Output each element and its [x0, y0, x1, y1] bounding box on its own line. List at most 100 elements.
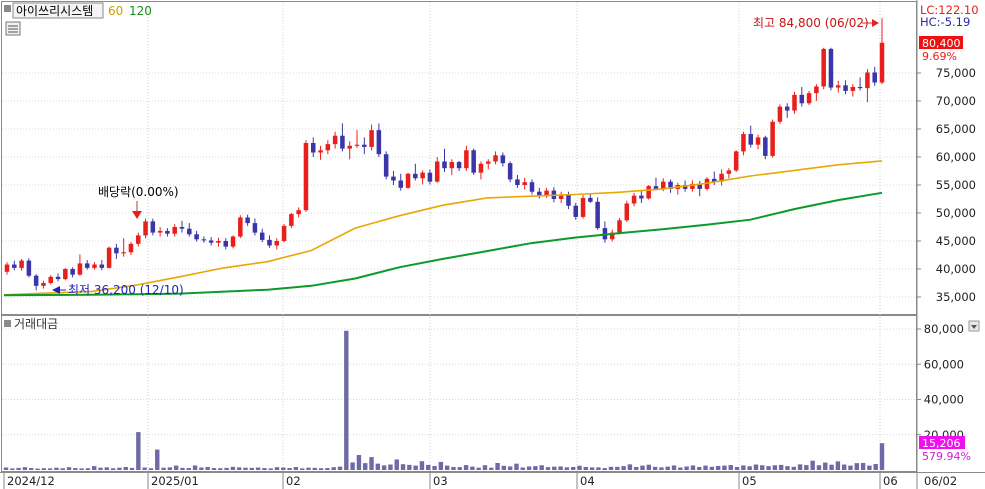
volume-bar [230, 466, 236, 470]
volume-bar [545, 467, 551, 470]
volume-bar [205, 467, 210, 470]
volume-bar [772, 465, 778, 470]
volume-bar [161, 467, 166, 470]
volume-bar [16, 467, 21, 470]
legend-ma60: 60 [108, 4, 123, 18]
volume-bar [470, 466, 475, 470]
volume-bar [463, 465, 469, 470]
volume-bar [715, 465, 721, 470]
volume-bar [615, 466, 620, 470]
volume-bar [514, 463, 519, 470]
volume-tick-label: 40,000 [924, 393, 964, 407]
candle [770, 119, 775, 158]
volume-bar [665, 466, 670, 470]
volume-bar [337, 466, 343, 470]
x-tick-label: 2025/01 [151, 474, 199, 488]
volume-bar [741, 465, 746, 470]
volume-bar [526, 466, 532, 470]
x-tick-label: 02 [286, 474, 301, 488]
x-tick-label: 04 [580, 474, 595, 488]
volume-bar [432, 465, 437, 470]
volume-bar [728, 465, 733, 470]
volume-bar [85, 468, 91, 470]
volume-bar [92, 466, 97, 470]
volume-bar [634, 467, 639, 470]
volume-bar [476, 467, 481, 470]
volume-bar [142, 467, 147, 470]
candle [777, 104, 783, 124]
volume-bar [810, 460, 815, 470]
candle [821, 47, 826, 90]
volume-tick-label: 60,000 [924, 357, 964, 371]
x-tick-label: 03 [433, 474, 448, 488]
candle [230, 235, 236, 249]
candle [63, 267, 68, 281]
volume-bar [306, 467, 311, 470]
volume-bar [444, 465, 450, 470]
volume-bar [785, 466, 790, 470]
volume-bar [804, 465, 809, 470]
price-tick-label: 70,000 [936, 94, 976, 108]
volume-bar [117, 467, 122, 470]
dividend-annotation: 배당락(0.00%) [98, 185, 179, 199]
volume-bar [640, 465, 645, 470]
volume-bar [507, 466, 513, 470]
volume-bar [848, 465, 853, 470]
volume-bar [722, 465, 727, 470]
volume-bar [350, 462, 355, 470]
legend-ma120: 120 [129, 4, 152, 18]
volume-bar [564, 467, 570, 470]
high-annotation: 최고 84,800 (06/02) [753, 16, 869, 30]
volume-bar [608, 466, 614, 470]
volume-bar [199, 467, 204, 470]
volume-bar [123, 467, 128, 470]
volume-bar [41, 468, 47, 470]
volume-bar [419, 461, 425, 470]
volume-bar [627, 464, 633, 470]
volume-bar [867, 465, 872, 470]
volume-bar [318, 468, 324, 470]
calendar-icon[interactable] [5, 21, 21, 36]
price-tick-label: 50,000 [936, 206, 976, 220]
volume-bar [690, 465, 696, 470]
volume-bar [778, 464, 784, 470]
volume-bar [381, 465, 387, 470]
collapse-icon[interactable] [968, 320, 980, 332]
volume-bar [268, 468, 273, 470]
volume-bar [167, 467, 173, 470]
price-tick-label: 65,000 [936, 122, 976, 136]
candle [646, 185, 651, 200]
volume-bar [684, 466, 689, 470]
volume-bar [281, 467, 286, 470]
candle [303, 140, 309, 212]
candle [595, 197, 600, 230]
volume-bar [331, 467, 336, 470]
volume-bar [66, 467, 72, 470]
volume-bar [816, 465, 822, 470]
volume-bar [860, 462, 866, 470]
volume-bar [255, 467, 261, 470]
volume-bar [10, 468, 15, 470]
volume-bar [558, 466, 563, 470]
volume-bar [388, 464, 393, 470]
volume-bar [293, 467, 299, 470]
price-tick-label: 60,000 [936, 150, 976, 164]
candle [580, 195, 586, 219]
volume-bar [236, 467, 242, 470]
price-tick-label: 55,000 [936, 178, 976, 192]
price-tick-label: 40,000 [936, 262, 976, 276]
volume-bar [703, 465, 708, 470]
volume-bar [369, 457, 374, 470]
candle [733, 150, 739, 173]
volume-bar [879, 443, 885, 470]
volume-bar [766, 466, 771, 470]
volume-bar [426, 464, 431, 470]
volume-bar [457, 467, 462, 470]
volume-bar [211, 468, 217, 470]
volume-title: 거래대금 [14, 317, 58, 331]
volume-bar [136, 432, 141, 470]
price-tick-label: 45,000 [936, 234, 976, 248]
volume-bar [797, 464, 803, 470]
candle [289, 213, 294, 229]
volume-bar [180, 467, 185, 470]
